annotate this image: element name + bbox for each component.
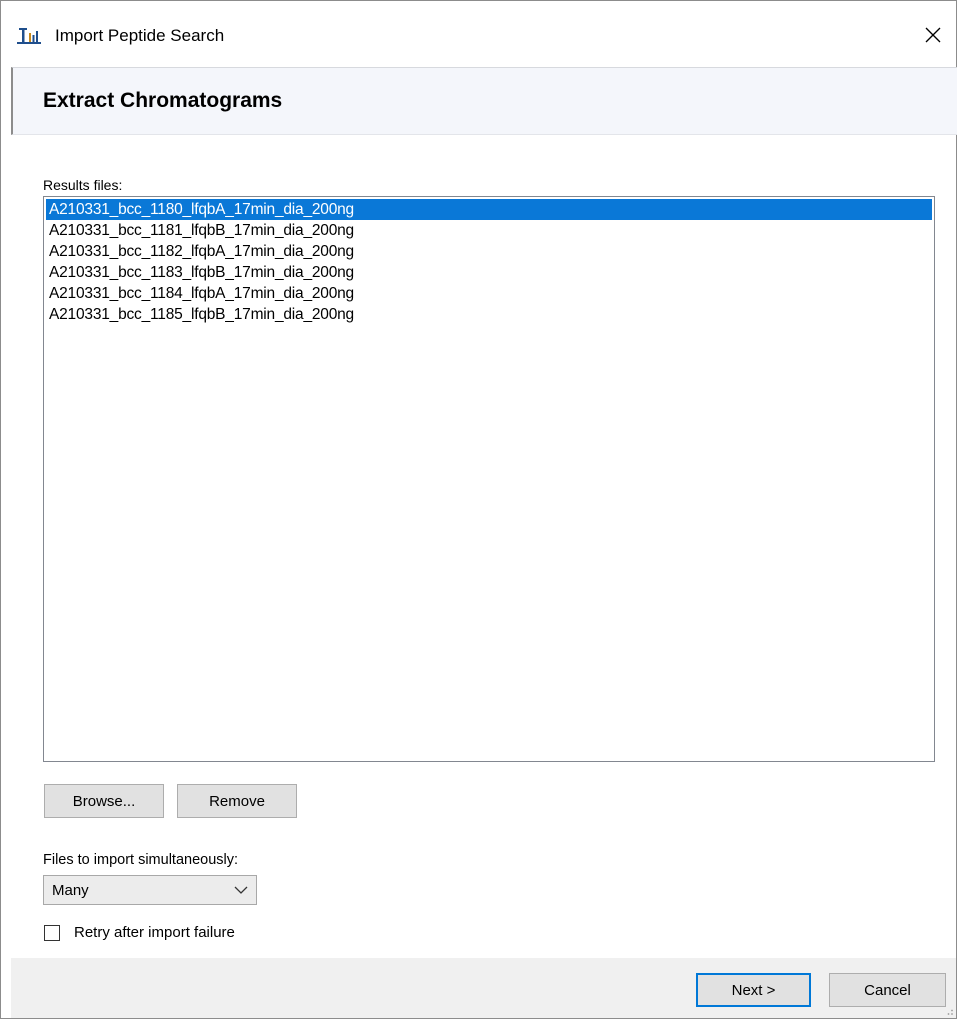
chevron-down-icon — [234, 886, 248, 894]
retry-checkbox[interactable] — [44, 925, 60, 941]
cancel-button[interactable]: Cancel — [829, 973, 946, 1007]
results-files-list[interactable]: A210331_bcc_1180_lfqbA_17min_dia_200ng A2… — [43, 196, 935, 762]
list-item[interactable]: A210331_bcc_1185_lfqbB_17min_dia_200ng — [46, 304, 932, 325]
files-simultaneous-label: Files to import simultaneously: — [43, 852, 239, 868]
skyline-app-icon — [15, 25, 43, 45]
list-item[interactable]: A210331_bcc_1184_lfqbA_17min_dia_200ng — [46, 283, 932, 304]
files-simultaneous-value: Many — [52, 882, 89, 899]
files-simultaneous-select[interactable]: Many — [43, 875, 257, 905]
list-item[interactable]: A210331_bcc_1183_lfqbB_17min_dia_200ng — [46, 262, 932, 283]
dialog-footer: Next > Cancel — [11, 958, 956, 1018]
title-bar: Import Peptide Search — [1, 1, 956, 67]
remove-button[interactable]: Remove — [177, 784, 297, 818]
retry-label: Retry after import failure — [74, 924, 235, 941]
browse-button[interactable]: Browse... — [44, 784, 164, 818]
close-icon — [925, 27, 941, 43]
list-item[interactable]: A210331_bcc_1182_lfqbA_17min_dia_200ng — [46, 241, 932, 262]
close-button[interactable] — [911, 15, 955, 55]
import-peptide-search-dialog: Import Peptide Search Extract Chromatogr… — [0, 0, 957, 1019]
page-header: Extract Chromatograms — [11, 67, 957, 135]
results-files-label: Results files: — [43, 177, 123, 193]
list-item[interactable]: A210331_bcc_1181_lfqbB_17min_dia_200ng — [46, 220, 932, 241]
next-button[interactable]: Next > — [696, 973, 811, 1007]
window-title: Import Peptide Search — [55, 26, 225, 45]
page-title: Extract Chromatograms — [43, 89, 283, 112]
resize-grip-icon[interactable] — [944, 1006, 954, 1016]
list-item[interactable]: A210331_bcc_1180_lfqbA_17min_dia_200ng — [46, 199, 932, 220]
